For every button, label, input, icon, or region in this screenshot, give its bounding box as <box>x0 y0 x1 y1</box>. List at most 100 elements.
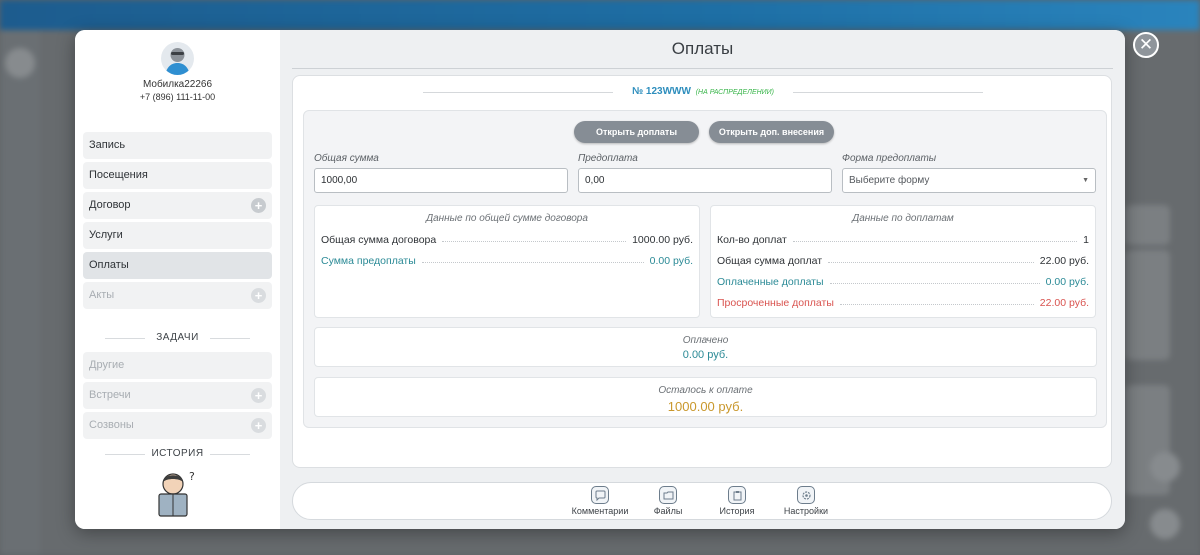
row-label: Общая сумма договора <box>321 234 437 246</box>
menu-item-label: Запись <box>89 139 126 151</box>
background-block <box>1125 205 1170 245</box>
user-name: Мобилка22266 <box>142 79 213 90</box>
contract-data-box: Данные по общей сумме договора Общая сум… <box>314 205 700 318</box>
select-value: Выберите форму <box>849 175 930 186</box>
row-label: Просроченные доплаты <box>717 297 834 309</box>
comments-button[interactable]: Комментарии <box>565 486 635 516</box>
row-value: 1000.00 руб. <box>632 234 693 246</box>
avatar <box>161 42 194 75</box>
menu-item-label: Услуги <box>89 229 123 241</box>
menu-item-contract[interactable]: Договор + <box>83 192 272 219</box>
comment-icon <box>591 486 609 504</box>
background-fab <box>1150 509 1180 539</box>
background-block <box>1125 250 1170 360</box>
extra-payments-data-box: Данные по доплатам Кол-во доплат 1 Общая … <box>710 205 1096 318</box>
prepayment-label: Предоплата <box>578 153 638 164</box>
bottom-toolbar: Комментарии Файлы История Настройки <box>292 482 1112 520</box>
menu-item-meetings[interactable]: Встречи + <box>83 382 272 409</box>
payments-card: № 123WWW (НА РАСПРЕДЕЛЕНИИ) Открыть допл… <box>292 75 1112 468</box>
divider <box>292 68 1113 69</box>
contract-number-text: № 123WWW <box>631 86 691 97</box>
divider <box>105 338 145 339</box>
prepayment-form-select[interactable]: Выберите форму ▼ <box>842 168 1096 193</box>
row-value: 1 <box>1083 234 1089 246</box>
dotted-leader <box>442 240 627 242</box>
remaining-label: Осталось к оплате <box>658 385 753 396</box>
menu-item-label: Посещения <box>89 169 148 181</box>
modal-title: Оплаты <box>671 39 734 58</box>
divider <box>210 338 250 339</box>
menu-item-label: Акты <box>89 289 115 301</box>
divider <box>105 454 145 455</box>
background-sidebar <box>0 30 40 555</box>
clipboard-icon <box>728 486 746 504</box>
toolbar-label: Комментарии <box>571 506 629 516</box>
paid-value: 0.00 руб. <box>682 349 729 361</box>
prepayment-form-label: Форма предоплаты <box>842 153 937 164</box>
remaining-value: 1000.00 руб. <box>667 399 744 414</box>
dotted-leader <box>421 261 644 263</box>
prepayment-sum-row: Сумма предоплаты 0.00 руб. <box>321 254 693 268</box>
row-label: Кол-во доплат <box>717 234 787 246</box>
open-payments-button[interactable]: Открыть доплаты <box>574 121 699 143</box>
row-value: 0.00 руб. <box>649 255 693 267</box>
add-act-button[interactable]: + <box>251 288 266 303</box>
payments-modal: Мобилка22266 +7 (896) 111-11-00 Запись П… <box>75 30 1125 529</box>
toolbar-label: Файлы <box>653 506 683 516</box>
menu-item-calls[interactable]: Созвоны + <box>83 412 272 439</box>
menu-item-visits[interactable]: Посещения <box>83 162 272 189</box>
add-call-button[interactable]: + <box>251 418 266 433</box>
extra-paid-row: Оплаченные доплаты 0.00 руб. <box>717 275 1089 289</box>
tasks-title-text: ЗАДАЧИ <box>156 332 199 343</box>
menu-item-acts[interactable]: Акты + <box>83 282 272 309</box>
left-panel: Мобилка22266 +7 (896) 111-11-00 Запись П… <box>75 30 280 529</box>
close-button[interactable]: ✕ <box>1133 32 1159 58</box>
settings-button[interactable]: Настройки <box>771 486 841 516</box>
row-label: Общая сумма доплат <box>717 255 823 267</box>
row-value: 0.00 руб. <box>1045 276 1089 288</box>
extra-count-row: Кол-во доплат 1 <box>717 233 1089 247</box>
background-avatar <box>5 48 35 78</box>
extra-overdue-row: Просроченные доплаты 22.00 руб. <box>717 296 1089 310</box>
contract-number: № 123WWW (НА РАСПРЕДЕЛЕНИИ) <box>293 86 1113 97</box>
contract-status-badge: (НА РАСПРЕДЕЛЕНИИ) <box>695 89 775 96</box>
contract-total-row: Общая сумма договора 1000.00 руб. <box>321 233 693 247</box>
chevron-down-icon: ▼ <box>1082 177 1089 184</box>
menu-item-label: Встречи <box>89 389 131 401</box>
dotted-leader <box>828 261 1034 263</box>
menu-item-label: Другие <box>89 359 125 371</box>
toolbar-label: Настройки <box>783 506 829 516</box>
files-button[interactable]: Файлы <box>633 486 703 516</box>
user-phone: +7 (896) 111-11-00 <box>139 92 216 102</box>
menu-item-services[interactable]: Услуги <box>83 222 272 249</box>
menu-item-payments[interactable]: Оплаты <box>83 252 272 279</box>
close-icon: ✕ <box>1138 35 1154 54</box>
svg-text:?: ? <box>189 470 195 483</box>
total-sum-label: Общая сумма <box>314 153 379 164</box>
paid-label: Оплачено <box>682 335 729 346</box>
history-section-title: ИСТОРИЯ <box>75 448 280 459</box>
menu-item-label: Договор <box>89 199 131 211</box>
toolbar-label: История <box>719 506 755 516</box>
paid-summary: Оплачено 0.00 руб. <box>314 327 1097 367</box>
folder-icon <box>659 486 677 504</box>
open-extra-payments-button[interactable]: Открыть доп. внесения <box>709 121 834 143</box>
history-button[interactable]: История <box>702 486 772 516</box>
prepayment-input[interactable]: 0,00 <box>578 168 832 193</box>
gear-icon <box>797 486 815 504</box>
menu-item-label: Созвоны <box>89 419 134 431</box>
dotted-leader <box>829 282 1040 284</box>
extra-data-title: Данные по доплатам <box>852 213 954 224</box>
tasks-section-title: ЗАДАЧИ <box>75 332 280 343</box>
row-label: Сумма предоплаты <box>321 255 416 267</box>
menu-item-record[interactable]: Запись <box>83 132 272 159</box>
add-contract-button[interactable]: + <box>251 198 266 213</box>
right-panel: Оплаты № 123WWW (НА РАСПРЕДЕЛЕНИИ) Откры… <box>280 30 1125 529</box>
row-label: Оплаченные доплаты <box>717 276 824 288</box>
history-illustration: ? <box>151 468 203 520</box>
background-fab <box>1150 452 1180 482</box>
background-topbar <box>0 0 1200 30</box>
add-meeting-button[interactable]: + <box>251 388 266 403</box>
menu-item-other-tasks[interactable]: Другие <box>83 352 272 379</box>
total-sum-input[interactable]: 1000,00 <box>314 168 568 193</box>
